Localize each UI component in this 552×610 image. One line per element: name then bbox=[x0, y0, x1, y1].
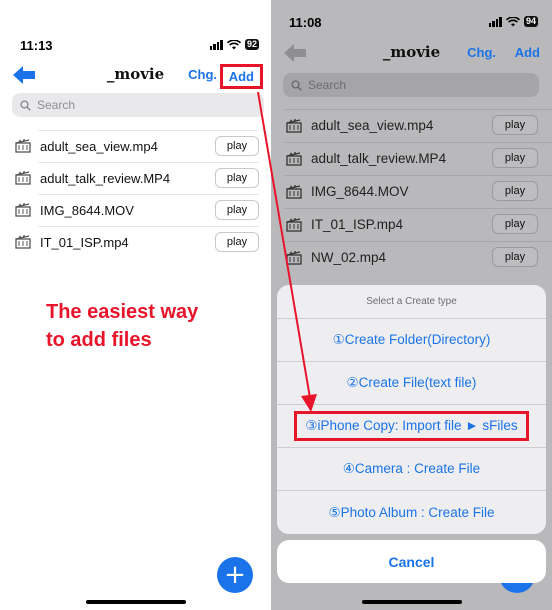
video-file-icon bbox=[286, 217, 302, 232]
status-time: 11:08 bbox=[289, 15, 322, 30]
create-file-option[interactable]: ②Create File(text file) bbox=[277, 362, 546, 405]
status-indicators: 94 bbox=[488, 16, 538, 27]
play-button[interactable]: play bbox=[492, 247, 538, 267]
video-file-icon bbox=[15, 171, 31, 185]
video-file-icon bbox=[286, 184, 302, 199]
promo-line-2: to add files bbox=[46, 329, 152, 351]
play-button[interactable]: play bbox=[492, 115, 538, 135]
file-name: IMG_8644.MOV bbox=[40, 202, 134, 218]
file-row[interactable]: IT_01_ISP.mp4 play bbox=[0, 226, 271, 258]
search-icon bbox=[20, 99, 31, 111]
add-button[interactable]: Add bbox=[219, 64, 263, 89]
play-button[interactable]: play bbox=[492, 214, 538, 234]
row-divider bbox=[285, 142, 552, 143]
video-file-icon bbox=[15, 139, 31, 153]
search-input[interactable] bbox=[308, 78, 508, 92]
create-folder-option[interactable]: ①Create Folder(Directory) bbox=[277, 319, 546, 362]
search-icon bbox=[291, 79, 302, 91]
file-name: adult_sea_view.mp4 bbox=[311, 118, 434, 133]
change-button[interactable]: Chg. bbox=[188, 67, 217, 82]
file-row[interactable]: NW_02.mp4 play bbox=[271, 241, 552, 274]
file-name: adult_sea_view.mp4 bbox=[40, 138, 158, 154]
action-sheet-title: Select a Create type bbox=[277, 285, 546, 319]
play-button[interactable]: play bbox=[492, 148, 538, 168]
status-bar: 11:13 92 bbox=[0, 0, 271, 53]
file-row[interactable]: IT_01_ISP.mp4 play bbox=[271, 208, 552, 241]
play-button[interactable]: play bbox=[492, 181, 538, 201]
row-divider bbox=[285, 208, 552, 209]
file-name: adult_talk_review.MP4 bbox=[311, 151, 447, 166]
cellular-signal-icon bbox=[209, 39, 223, 50]
search-input[interactable] bbox=[37, 98, 237, 112]
navigation-bar: _movie Chg. Add bbox=[0, 62, 271, 90]
navigation-bar: _movie Chg. Add bbox=[271, 40, 552, 68]
home-indicator bbox=[85, 600, 186, 604]
video-file-icon bbox=[15, 203, 31, 217]
cellular-signal-icon bbox=[488, 16, 502, 27]
wifi-icon bbox=[505, 16, 520, 26]
video-file-icon bbox=[286, 250, 302, 265]
file-name: IT_01_ISP.mp4 bbox=[311, 217, 404, 232]
promo-line-1: The easiest way bbox=[46, 301, 199, 323]
play-button[interactable]: play bbox=[215, 232, 259, 252]
play-button[interactable]: play bbox=[215, 200, 259, 220]
promo-caption: The easiest way to add files bbox=[46, 298, 198, 354]
right-phone-screen: 11:08 94 _movie Chg. Add adult_sea_view.… bbox=[271, 0, 552, 610]
status-bar: 11:08 94 bbox=[271, 0, 552, 34]
file-name: IMG_8644.MOV bbox=[311, 184, 409, 199]
row-divider bbox=[285, 109, 552, 110]
file-row[interactable]: adult_sea_view.mp4 play bbox=[271, 109, 552, 142]
file-row[interactable]: IMG_8644.MOV play bbox=[0, 194, 271, 226]
file-list: adult_sea_view.mp4 play adult_talk_revie… bbox=[0, 130, 271, 258]
row-divider bbox=[285, 175, 552, 176]
comparison-screenshot: 11:13 92 _movie Chg. Add adult_sea_view.… bbox=[0, 0, 552, 610]
play-button[interactable]: play bbox=[215, 136, 259, 156]
file-list: adult_sea_view.mp4 play adult_talk_revie… bbox=[271, 109, 552, 274]
search-bar[interactable] bbox=[283, 73, 539, 97]
page-title: _movie bbox=[382, 43, 441, 61]
change-button[interactable]: Chg. bbox=[467, 45, 496, 60]
left-phone-screen: 11:13 92 _movie Chg. Add adult_sea_view.… bbox=[0, 0, 271, 610]
file-name: IT_01_ISP.mp4 bbox=[40, 234, 129, 250]
status-indicators: 92 bbox=[209, 39, 259, 50]
photo-album-create-option[interactable]: ⑤Photo Album : Create File bbox=[277, 491, 546, 534]
battery-icon: 92 bbox=[244, 39, 259, 50]
row-divider bbox=[38, 162, 259, 163]
wifi-icon bbox=[226, 39, 241, 49]
file-row[interactable]: adult_talk_review.MP4 play bbox=[271, 142, 552, 175]
file-row[interactable]: adult_talk_review.MP4 play bbox=[0, 162, 271, 194]
row-divider bbox=[285, 241, 552, 242]
file-row[interactable]: IMG_8644.MOV play bbox=[271, 175, 552, 208]
home-indicator bbox=[361, 600, 462, 604]
add-button[interactable]: Add bbox=[515, 45, 540, 60]
battery-icon: 94 bbox=[523, 16, 538, 27]
create-type-action-sheet: Select a Create type ①Create Folder(Dire… bbox=[277, 285, 546, 534]
video-file-icon bbox=[286, 118, 302, 133]
video-file-icon bbox=[286, 151, 302, 166]
file-row[interactable]: adult_sea_view.mp4 play bbox=[0, 130, 271, 162]
search-bar[interactable] bbox=[12, 93, 264, 117]
status-time: 11:13 bbox=[20, 38, 53, 53]
file-name: NW_02.mp4 bbox=[311, 250, 387, 265]
camera-create-option[interactable]: ④Camera : Create File bbox=[277, 448, 546, 491]
video-file-icon bbox=[15, 235, 31, 249]
play-button[interactable]: play bbox=[215, 168, 259, 188]
row-divider bbox=[38, 194, 259, 195]
iphone-copy-import-option[interactable]: ③iPhone Copy: Import file ► sFiles bbox=[277, 405, 546, 448]
row-divider bbox=[38, 226, 259, 227]
add-fab-button[interactable]: + bbox=[217, 557, 253, 593]
file-name: adult_talk_review.MP4 bbox=[40, 170, 171, 186]
cancel-button[interactable]: Cancel bbox=[277, 540, 546, 583]
row-divider bbox=[38, 130, 259, 131]
